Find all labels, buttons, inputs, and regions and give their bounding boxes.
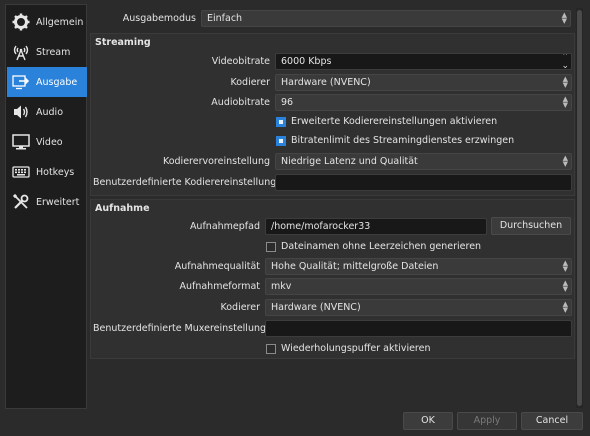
custom-encoder-input[interactable] (275, 174, 572, 191)
sidebar-item-label: Allgemein (36, 16, 84, 28)
updown-arrows-icon: ▲ ▼ (562, 75, 568, 89)
keyboard-icon (11, 162, 31, 182)
sidebar-item-label: Ausgabe (36, 76, 78, 88)
record-format-value: mkv (271, 281, 292, 292)
enforce-bitrate-label: Bitratenlimit des Streamingdienstes erzw… (291, 135, 515, 146)
gear-icon (11, 12, 31, 32)
output-mode-value: Einfach (207, 13, 243, 24)
replay-buffer-label: Wiederholungspuffer aktivieren (281, 343, 431, 354)
output-mode-select[interactable]: Einfach ▲ ▼ (201, 10, 571, 27)
encoder-preset-label: Kodierervoreinstellung (162, 156, 270, 167)
monitor-icon (11, 132, 31, 152)
record-quality-value: Hohe Qualität; mittelgroße Dateien (271, 261, 439, 272)
record-format-select[interactable]: mkv ▲ ▼ (265, 278, 572, 295)
video-bitrate-value: 6000 Kbps (281, 56, 332, 67)
settings-scrollbar[interactable] (576, 8, 583, 408)
sidebar-item-label: Hotkeys (36, 166, 75, 178)
sidebar-item-erweitert[interactable]: Erweitert (7, 187, 87, 217)
checkbox-checked-icon (276, 135, 286, 146)
record-path-label: Aufnahmepfad (189, 221, 260, 232)
sidebar-item-label: Audio (36, 106, 64, 118)
encoder-preset-value: Niedrige Latenz und Qualität (281, 156, 418, 167)
video-bitrate-spinbox[interactable]: 6000 Kbps ⌃ ⌄ (275, 53, 572, 70)
checkbox-unchecked-icon (266, 343, 276, 354)
updown-arrows-icon: ▲ ▼ (562, 95, 568, 109)
ok-button[interactable]: OK (403, 412, 453, 430)
streaming-group-title: Streaming (95, 37, 151, 48)
browse-button[interactable]: Durchsuchen (491, 217, 571, 235)
checkbox-checked-icon (276, 116, 286, 127)
custom-muxer-label: Benutzerdefinierte Muxereinstellungen (93, 323, 278, 334)
sidebar-item-label: Erweitert (36, 196, 80, 208)
audio-bitrate-select[interactable]: 96 ▲ ▼ (275, 94, 572, 111)
record-encoder-select[interactable]: Hardware (NVENC) ▲ ▼ (265, 299, 572, 316)
encoder-preset-select[interactable]: Niedrige Latenz und Qualität ▲ ▼ (275, 153, 572, 170)
advanced-encoder-checkbox[interactable]: Erweiterte Kodierereinstellungen aktivie… (276, 116, 497, 127)
sidebar-item-ausgabe[interactable]: Ausgabe (7, 67, 87, 97)
stream-encoder-label: Kodierer (230, 77, 270, 88)
custom-muxer-input[interactable] (265, 320, 572, 337)
updown-arrows-icon: ▲ ▼ (562, 259, 568, 273)
checkbox-unchecked-icon (266, 241, 276, 252)
sidebar-item-label: Video (36, 136, 63, 148)
sidebar-item-audio[interactable]: Audio (7, 97, 87, 127)
updown-arrows-icon: ▲ ▼ (562, 279, 568, 293)
settings-sidebar: Allgemein Stream Ausgabe Audio Video Hot… (5, 4, 87, 409)
sidebar-item-allgemein[interactable]: Allgemein (7, 7, 87, 37)
record-format-label: Aufnahmeformat (179, 281, 260, 292)
tools-icon (11, 192, 31, 212)
video-bitrate-label: Videobitrate (211, 56, 270, 67)
replay-buffer-checkbox[interactable]: Wiederholungspuffer aktivieren (266, 343, 431, 354)
audio-bitrate-value: 96 (281, 97, 294, 108)
audio-bitrate-label: Audiobitrate (211, 97, 270, 108)
no-spaces-checkbox[interactable]: Dateinamen ohne Leerzeichen generieren (266, 241, 481, 252)
recording-group-title: Aufnahme (95, 203, 150, 214)
sidebar-item-video[interactable]: Video (7, 127, 87, 157)
record-encoder-label: Kodierer (220, 302, 260, 313)
custom-encoder-label: Benutzerdefinierte Kodierereinstellungen (93, 177, 289, 188)
record-quality-label: Aufnahmequalität (174, 261, 260, 272)
sidebar-item-stream[interactable]: Stream (7, 37, 87, 67)
apply-button[interactable]: Apply (457, 412, 517, 430)
output-icon (11, 72, 31, 92)
enforce-bitrate-checkbox[interactable]: Bitratenlimit des Streamingdienstes erzw… (276, 135, 514, 146)
sidebar-item-label: Stream (36, 46, 71, 58)
speaker-icon (11, 102, 31, 122)
advanced-encoder-label: Erweiterte Kodierereinstellungen aktivie… (291, 116, 498, 127)
stream-encoder-select[interactable]: Hardware (NVENC) ▲ ▼ (275, 74, 572, 91)
stream-encoder-value: Hardware (NVENC) (281, 77, 371, 88)
updown-arrows-icon: ▲ ▼ (562, 300, 568, 314)
record-quality-select[interactable]: Hohe Qualität; mittelgroße Dateien ▲ ▼ (265, 258, 572, 275)
updown-arrows-icon: ▲ ▼ (562, 154, 568, 168)
scrollbar-thumb[interactable] (577, 10, 582, 406)
antenna-icon (11, 42, 31, 62)
spin-arrows-icon[interactable]: ⌃ ⌄ (561, 54, 569, 69)
record-path-input[interactable]: /home/mofarocker33 (265, 218, 487, 235)
cancel-button[interactable]: Cancel (521, 412, 583, 430)
output-mode-label: Ausgabemodus (122, 13, 196, 24)
no-spaces-label: Dateinamen ohne Leerzeichen generieren (281, 241, 482, 252)
updown-arrows-icon: ▲ ▼ (561, 11, 567, 25)
sidebar-item-hotkeys[interactable]: Hotkeys (7, 157, 87, 187)
record-encoder-value: Hardware (NVENC) (271, 302, 361, 313)
